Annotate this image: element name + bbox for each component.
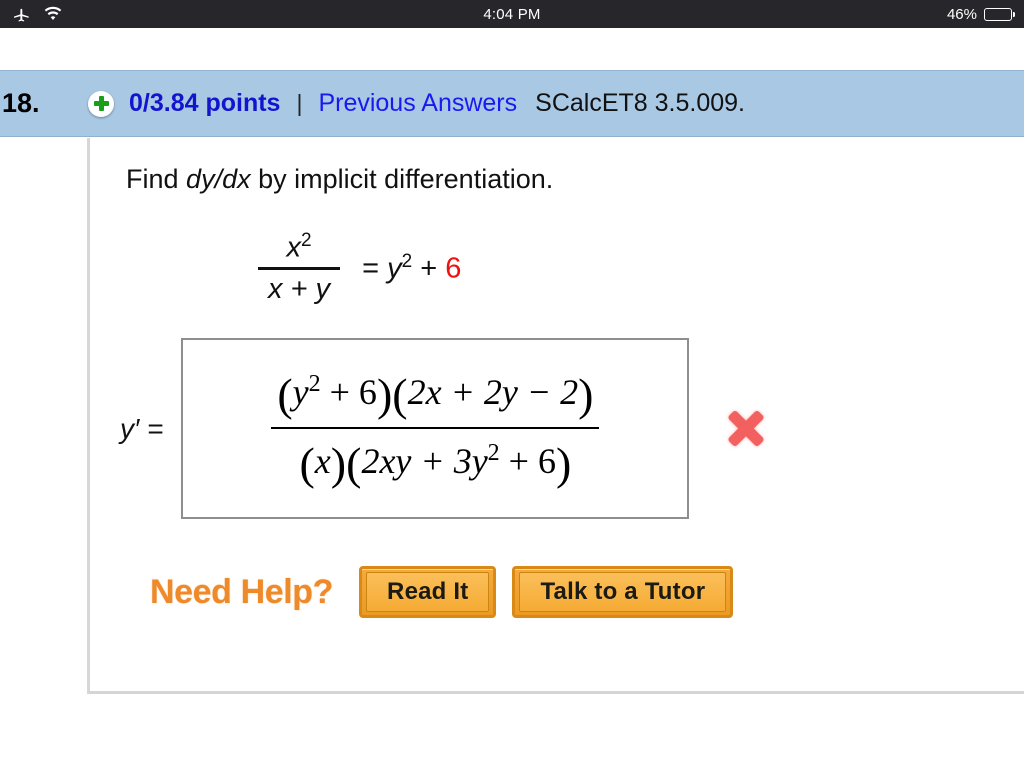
read-it-button-inner: Read It [366,572,490,612]
previous-answers-link[interactable]: Previous Answers [318,89,517,118]
denominator-open-paren-1: ( [299,437,315,489]
numerator-exponent: 2 [300,230,312,251]
denominator-tail-2: + 6 [508,440,556,481]
denominator-exponent-2: 2 [487,439,500,466]
problem-prompt: Find dy/dx by implicit differentiation. [126,164,553,195]
need-help-label: Need Help? [150,572,334,611]
equation-numerator: x2 [272,230,325,267]
question-number: 18. [2,88,40,118]
denominator-close-paren-1: ) [330,437,347,489]
numerator-term-1: + 6 [329,371,377,412]
equals-sign: = [362,252,379,285]
points-earned-label: 0/3.84 points [129,89,281,117]
talk-to-a-tutor-button[interactable]: Talk to a Tutor [512,566,734,618]
equation-denominator: x + y [268,272,331,305]
talk-to-a-tutor-button-label: Talk to a Tutor [540,578,706,605]
numerator-variable-1: y [292,371,309,412]
app-screen: 4:04 PM 46% 18. 0/3.84 points | Previous… [0,0,1024,768]
answer-numerator: (y2 + 6)(2x + 2y − 2) [271,368,599,427]
rhs-base: y [387,252,402,285]
question-content-panel: Find dy/dx by implicit differentiation. … [87,138,1024,694]
header-separator: | [296,90,303,116]
red-x-incorrect-icon [725,408,767,450]
rhs-constant: 6 [445,252,462,285]
answer-row: y′ = (y2 + 6)(2x + 2y − 2) (x)(2xy + 3y2… [120,338,767,519]
equation-fraction: x2 x + y [258,230,341,306]
numerator-open-paren-2: ( [392,368,408,420]
battery-percent-label: 46% [946,5,977,23]
numerator-term-2: 2x + 2y − 2 [407,371,579,412]
answer-input-box[interactable]: (y2 + 6)(2x + 2y − 2) (x)(2xy + 3y2 + 6) [181,338,690,519]
numerator-exponent-1: 2 [308,370,321,397]
answer-label: y′ = [120,412,164,444]
problem-equation: x2 x + y = y2 + 6 [258,230,461,306]
status-bar-right: 46% [946,0,1015,28]
read-it-button[interactable]: Read It [359,566,497,618]
prompt-text-before: Find [126,164,179,194]
numerator-close-paren-1: ) [376,368,393,420]
talk-to-a-tutor-button-inner: Talk to a Tutor [519,572,727,612]
numerator-open-paren-1: ( [277,368,293,420]
equation-right-side: = y2 + 6 [362,251,461,286]
prompt-derivative-notation: dy/dx [186,164,251,194]
numerator-close-paren-2: ) [578,368,594,420]
rhs-exponent: 2 [401,250,413,272]
exercise-code-label: SCalcET8 3.5.009. [535,89,745,117]
green-plus-icon[interactable] [88,90,114,117]
answer-denominator: (x)(2xy + 3y2 + 6) [293,429,577,490]
prompt-text-after: by implicit differentiation. [258,164,554,194]
denominator-term-2: 2xy + 3y [361,440,488,481]
ios-status-bar: 4:04 PM 46% [0,0,1024,28]
denominator-open-paren-2: ( [346,437,362,489]
need-help-row: Need Help? Read It Talk to a Tutor [150,566,734,618]
answer-fraction: (y2 + 6)(2x + 2y − 2) (x)(2xy + 3y2 + 6) [271,368,600,490]
denominator-variable-1: x [314,440,331,481]
denominator-close-paren-2: ) [555,437,572,489]
battery-icon [984,7,1015,21]
status-bar-clock: 4:04 PM [483,5,541,23]
numerator-base: x [286,231,301,264]
question-header-bar: 18. 0/3.84 points | Previous Answers SCa… [0,70,1024,137]
rhs-plus-sign: + [420,252,438,285]
read-it-button-label: Read It [387,578,469,605]
